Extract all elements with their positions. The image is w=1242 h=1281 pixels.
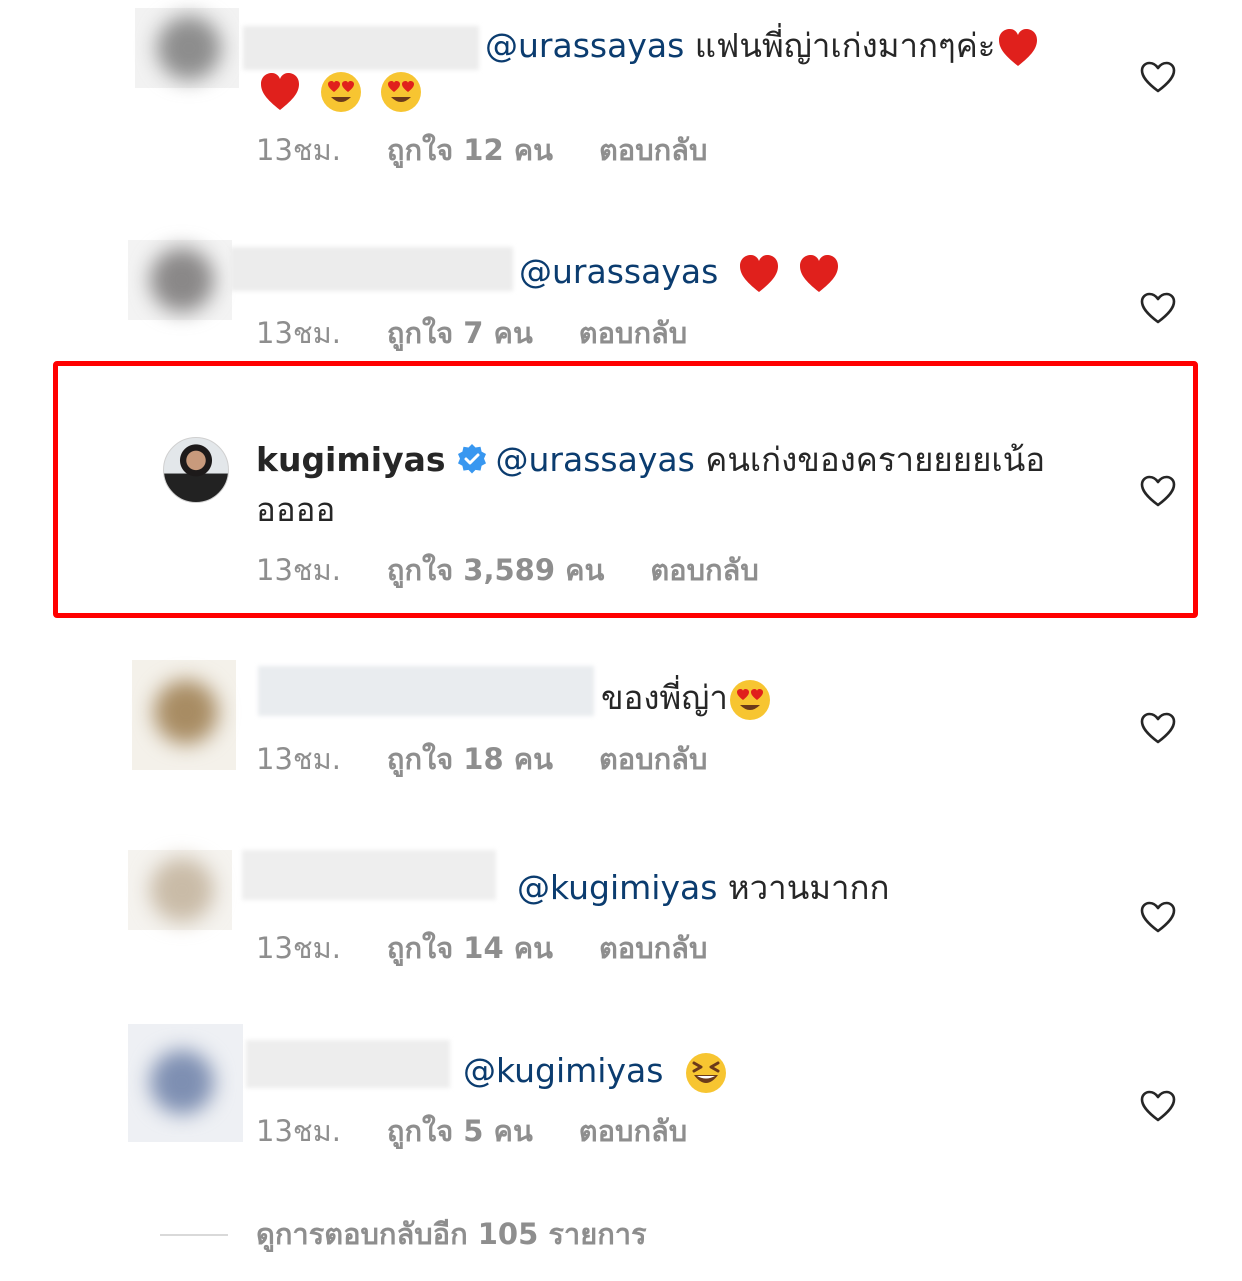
username-redacted [230,247,513,291]
username[interactable]: kugimiyas [256,440,446,479]
avatar[interactable] [163,437,229,503]
likes-count[interactable]: ถูกใจ 18 คน [387,739,553,779]
grinning-squinting-emoji [684,1051,728,1095]
reply-button[interactable]: ตอบกลับ [599,130,707,170]
like-heart-icon[interactable] [1139,1089,1177,1123]
reply-button[interactable]: ตอบกลับ [599,928,707,968]
likes-count[interactable]: ถูกใจ 5 คน [387,1111,533,1151]
reply-button[interactable]: ตอบกลับ [579,1111,687,1151]
timestamp: 13ชม. [256,742,341,776]
comment-meta: 13ชม. ถูกใจ 12 คน ตอบกลับ [256,130,707,170]
timestamp: 13ชม. [256,316,341,350]
avatar[interactable] [128,1024,243,1142]
divider-line [160,1234,228,1236]
comment-text-line2: ออออ [256,490,336,529]
username-redacted [258,666,594,716]
heart-eyes-emoji [728,678,772,722]
comment-meta: 13ชม. ถูกใจ 3,589 คน ตอบกลับ [256,550,759,590]
timestamp: 13ชม. [256,1114,341,1148]
reply-button[interactable]: ตอบกลับ [650,550,758,590]
avatar[interactable] [135,8,239,88]
red-heart-emoji [797,252,841,296]
view-more-label[interactable]: ดูการตอบกลับอีก 105 รายการ [256,1214,647,1254]
comment-text: @kugimiyas [463,1049,734,1095]
comment-meta: 13ชม. ถูกใจ 14 คน ตอบกลับ [256,928,707,968]
comment-text: kugimiyas @urassayas คนเก่งของครายยยยเน้อ [256,440,1046,479]
timestamp: 13ชม. [256,931,341,965]
red-heart-emoji [996,26,1040,70]
like-heart-icon[interactable] [1139,291,1177,325]
likes-count[interactable]: ถูกใจ 14 คน [387,928,553,968]
heart-eyes-emoji [319,70,363,114]
comment-text: ของพี่ญ่า [601,676,778,722]
username-redacted [243,26,479,70]
mention-link[interactable]: @urassayas [496,440,695,479]
avatar[interactable] [132,660,236,770]
comment-emoji-line [258,68,429,114]
reply-button[interactable]: ตอบกลับ [599,739,707,779]
username-redacted [246,1040,450,1088]
timestamp: 13ชม. [256,553,341,587]
mention-link[interactable]: @kugimiyas [517,868,717,907]
heart-eyes-emoji [379,70,423,114]
mention-link[interactable]: @urassayas [485,26,684,65]
comment-text: @urassayas แฟนพี่ญ่าเก่งมากๆค่ะ [485,24,1046,70]
avatar[interactable] [128,850,232,930]
likes-count[interactable]: ถูกใจ 12 คน [387,130,553,170]
reply-button[interactable]: ตอบกลับ [579,313,687,353]
mention-link[interactable]: @urassayas [519,252,718,291]
red-heart-emoji [737,252,781,296]
red-heart-emoji [258,70,302,114]
avatar[interactable] [128,240,232,320]
likes-count[interactable]: ถูกใจ 3,589 คน [387,550,604,590]
comment-meta: 13ชม. ถูกใจ 7 คน ตอบกลับ [256,313,687,353]
likes-count[interactable]: ถูกใจ 7 คน [387,313,533,353]
like-heart-icon[interactable] [1139,474,1177,508]
timestamp: 13ชม. [256,133,341,167]
username-redacted [242,850,496,900]
verified-badge-icon [456,443,488,475]
mention-link[interactable]: @kugimiyas [463,1051,663,1090]
comment-meta: 13ชม. ถูกใจ 18 คน ตอบกลับ [256,739,707,779]
comment-meta: 13ชม. ถูกใจ 5 คน ตอบกลับ [256,1111,687,1151]
like-heart-icon[interactable] [1139,900,1177,934]
comment-text: @urassayas [519,250,847,296]
comment-text: @kugimiyas หวานมากก [517,868,890,907]
like-heart-icon[interactable] [1139,60,1177,94]
like-heart-icon[interactable] [1139,711,1177,745]
